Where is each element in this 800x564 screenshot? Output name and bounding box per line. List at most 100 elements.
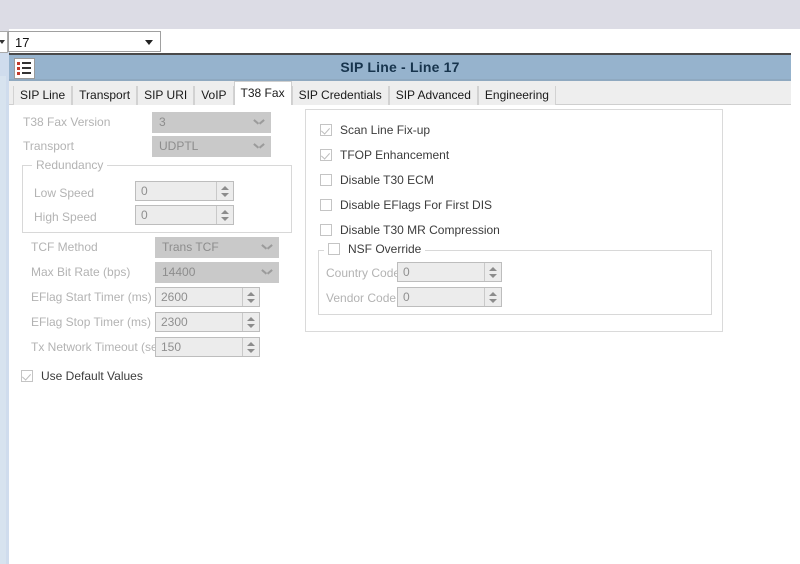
stepper-up-icon [247,342,255,346]
stepper-down-icon [221,217,229,221]
chevron-down-icon [255,119,263,127]
redundancy-group-title: Redundancy [32,158,108,172]
max-bit-rate-label: Max Bit Rate (bps) [31,265,131,279]
page-title: SIP Line - Line 17 [340,59,460,75]
country-code-value: 0 [403,265,410,279]
scan-line-fixup-checkbox[interactable]: Scan Line Fix-up [320,123,430,137]
stepper-down-icon [489,274,497,278]
vendor-code-stepper[interactable] [484,288,501,306]
t38-fax-version-label: T38 Fax Version [23,115,111,129]
left-panel-edge-inner [0,76,6,564]
country-code-stepper[interactable] [484,263,501,281]
checkbox-box [320,149,332,161]
low-speed-input[interactable]: 0 [135,181,234,201]
tcf-method-label: TCF Method [31,240,98,254]
country-code-input[interactable]: 0 [397,262,502,282]
vendor-code-value: 0 [403,290,410,304]
tfop-enhancement-label: TFOP Enhancement [340,148,450,162]
tcf-method-value: Trans TCF [162,240,219,254]
disable-t30-mr-compression-checkbox[interactable]: Disable T30 MR Compression [320,223,500,237]
tx-network-timeout-label: Tx Network Timeout (sec) [31,340,168,354]
tab-transport[interactable]: Transport [72,86,138,105]
disable-t30-mr-compression-label: Disable T30 MR Compression [340,223,500,237]
stepper-up-icon [489,267,497,271]
tab-voip[interactable]: VoIP [194,86,234,105]
eflag-start-timer-label: EFlag Start Timer (ms) [31,290,152,304]
disable-t30-ecm-label: Disable T30 ECM [340,173,434,187]
eflag-stop-timer-stepper[interactable] [242,313,259,331]
max-bit-rate-value: 14400 [162,265,196,279]
low-speed-stepper[interactable] [216,182,233,200]
use-default-values-label: Use Default Values [41,369,143,383]
high-speed-value: 0 [141,208,148,222]
nsf-override-checkbox[interactable]: NSF Override [324,242,426,256]
stepper-up-icon [247,292,255,296]
adjacent-combo-partial[interactable] [0,31,8,53]
window-chrome-top [0,0,800,29]
low-speed-label: Low Speed [34,186,95,200]
stepper-down-icon [247,349,255,353]
stepper-down-icon [247,324,255,328]
tab-sip-advanced[interactable]: SIP Advanced [388,86,478,105]
t38-fax-version-value: 3 [159,115,166,129]
checkbox-box [320,199,332,211]
eflag-stop-timer-input[interactable]: 2300 [155,312,260,332]
transport-dropdown[interactable]: UDPTL [152,136,271,157]
tab-sip-credentials[interactable]: SIP Credentials [291,86,389,105]
stepper-up-icon [221,186,229,190]
eflag-stop-timer-label: EFlag Stop Timer (ms) [31,315,152,329]
tab-sip-line[interactable]: SIP Line [13,86,73,105]
disable-eflags-first-dis-label: Disable EFlags For First DIS [340,198,493,212]
checkbox-box [320,124,332,136]
tab-t38-fax[interactable]: T38 Fax [233,81,292,105]
transport-value: UDPTL [159,139,199,153]
max-bit-rate-dropdown[interactable]: 14400 [155,262,279,283]
high-speed-stepper[interactable] [216,206,233,224]
line-selector-value: 17 [15,35,30,50]
checkbox-box [328,243,340,255]
eflag-stop-timer-value: 2300 [161,315,188,329]
use-default-values-checkbox[interactable]: Use Default Values [21,369,143,383]
tcf-method-dropdown[interactable]: Trans TCF [155,237,279,258]
vendor-code-label: Vendor Code [326,291,397,305]
window-title-bar: SIP Line - Line 17 [9,53,791,79]
country-code-label: Country Code [326,266,401,280]
line-selector-combobox[interactable]: 17 [8,31,161,52]
tfop-enhancement-checkbox[interactable]: TFOP Enhancement [320,148,449,162]
stepper-up-icon [221,210,229,214]
t38-fax-settings-panel: T38 Fax Version 3 Transport UDPTL Redund… [9,105,791,564]
stepper-up-icon [247,317,255,321]
high-speed-input[interactable]: 0 [135,205,234,225]
stepper-down-icon [489,299,497,303]
eflag-start-timer-value: 2600 [161,290,188,304]
stepper-down-icon [247,299,255,303]
tx-network-timeout-stepper[interactable] [242,338,259,356]
transport-label: Transport [23,139,74,153]
tab-strip: SIP Line Transport SIP URI VoIP T38 Fax … [9,81,791,105]
chevron-down-icon [263,244,271,252]
high-speed-label: High Speed [34,210,97,224]
tab-engineering[interactable]: Engineering [477,86,556,105]
low-speed-value: 0 [141,184,148,198]
checkbox-box [21,370,33,382]
tx-network-timeout-input[interactable]: 150 [155,337,260,357]
checkbox-box [320,174,332,186]
scan-line-fixup-label: Scan Line Fix-up [340,123,431,137]
eflag-start-timer-stepper[interactable] [242,288,259,306]
tab-sip-uri[interactable]: SIP URI [137,86,195,105]
eflag-start-timer-input[interactable]: 2600 [155,287,260,307]
fax-options-panel: Scan Line Fix-up TFOP Enhancement Disabl… [305,109,723,332]
disable-t30-ecm-checkbox[interactable]: Disable T30 ECM [320,173,434,187]
nsf-override-label: NSF Override [348,242,422,256]
stepper-up-icon [489,292,497,296]
chevron-down-icon [255,143,263,151]
checkbox-box [320,224,332,236]
sip-line-configuration-window: 17 SIP Line - Line 17 SIP Line Transport… [0,0,800,564]
tx-network-timeout-value: 150 [161,340,182,354]
t38-fax-version-dropdown[interactable]: 3 [152,112,271,133]
vendor-code-input[interactable]: 0 [397,287,502,307]
stepper-down-icon [221,193,229,197]
chevron-down-icon [145,40,153,45]
disable-eflags-first-dis-checkbox[interactable]: Disable EFlags For First DIS [320,198,492,212]
chevron-down-icon [263,269,271,277]
